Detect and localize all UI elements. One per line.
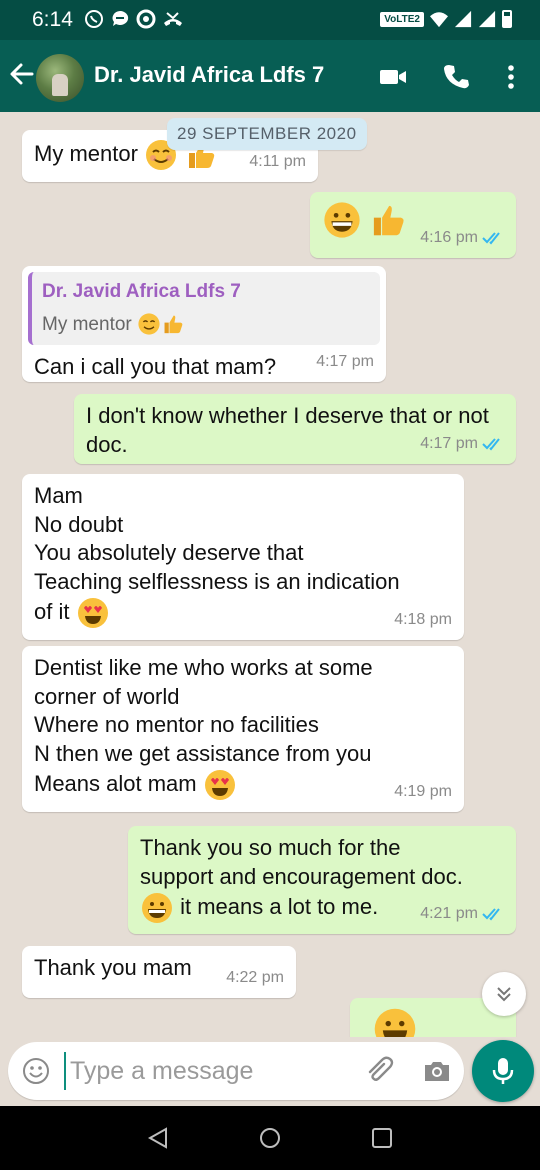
signal-icon [478, 10, 496, 28]
signal-icon [454, 10, 472, 28]
heart-eyes-emoji [77, 598, 108, 628]
message-bubble-incoming[interactable]: Thank you mam 4:22 pm [22, 946, 296, 998]
message-line: Thank you so much for the [140, 835, 401, 860]
record-icon [136, 9, 156, 29]
voice-record-button[interactable] [472, 1040, 534, 1102]
battery-icon [502, 10, 512, 28]
message-text: Thank you mam [34, 955, 192, 980]
message-line: Where no mentor no facilities [34, 712, 319, 737]
status-time: 6:14 [32, 8, 73, 31]
grinning-face-emoji [142, 893, 172, 923]
nav-home-icon[interactable] [258, 1126, 282, 1150]
camera-icon[interactable] [422, 1056, 452, 1086]
message-line: it means a lot to me. [174, 893, 379, 919]
message-bubble-outgoing[interactable]: Thank you so much for the support and en… [128, 826, 516, 934]
thumbs-up-emoji [374, 205, 404, 236]
video-call-icon[interactable] [378, 62, 408, 92]
message-composer [8, 1042, 464, 1100]
message-time: 4:17 pm [420, 434, 478, 452]
message-input[interactable] [64, 1052, 354, 1090]
missed-call-icon [164, 12, 182, 26]
avatar[interactable] [36, 54, 84, 102]
chevron-down-icon [497, 987, 511, 1002]
message-time: 4:22 pm [226, 968, 284, 986]
message-meta: 4:11 pm [249, 148, 306, 177]
message-text: My mentor [34, 140, 138, 166]
quoted-text: My mentor [42, 311, 370, 340]
message-meta: 4:16 pm [420, 224, 504, 253]
heart-eyes-emoji [204, 770, 235, 800]
messenger-icon [112, 10, 129, 26]
nav-back-icon[interactable] [146, 1126, 170, 1150]
system-navigation-bar [0, 1106, 540, 1170]
message-time: 4:18 pm [394, 610, 452, 628]
message-bubble-incoming[interactable]: Mam No doubt You absolutely deserve that… [22, 474, 464, 640]
message-time: 4:19 pm [394, 782, 452, 800]
system-status-icons: VoLTE2 [380, 10, 512, 28]
status-bar: 6:14 VoLTE2 [0, 0, 540, 40]
message-meta: 4:19 pm [394, 778, 452, 807]
message-meta: 4:22 pm [226, 964, 284, 993]
attach-icon[interactable] [364, 1056, 394, 1086]
grinning-face-emoji [324, 202, 360, 238]
message-bubble-outgoing[interactable]: I don't know whether I deserve that or n… [74, 394, 516, 464]
message-line: Mam [34, 483, 83, 508]
double-tick-read-icon [482, 908, 500, 921]
quoted-sender: Dr. Javid Africa Ldfs 7 [42, 281, 241, 302]
mic-icon [492, 1058, 514, 1084]
message-meta: 4:17 pm [420, 430, 504, 459]
message-line: support and encouragement doc. [140, 863, 463, 889]
message-line: Dentist like me who works at some [34, 655, 373, 680]
message-line: N then we get assistance from you [34, 740, 372, 766]
nav-recents-icon[interactable] [370, 1126, 394, 1150]
message-time: 4:21 pm [420, 904, 478, 922]
quoted-text-content: My mentor [42, 313, 132, 335]
date-chip: 29 SEPTEMBER 2020 [167, 118, 367, 150]
scroll-to-bottom-button[interactable] [482, 972, 526, 1016]
grinning-face-emoji [374, 1008, 416, 1037]
message-bubble-outgoing[interactable]: 4:16 pm [310, 192, 516, 258]
message-line: Teaching selflessness is an indication [34, 568, 400, 594]
phone-icon[interactable] [442, 62, 472, 92]
message-line: No doubt [34, 511, 124, 537]
network-badge: VoLTE2 [380, 11, 424, 27]
message-bubble-incoming[interactable]: Dentist like me who works at some corner… [22, 646, 464, 812]
message-time: 4:16 pm [420, 228, 478, 246]
message-time: 4:17 pm [316, 352, 374, 370]
double-tick-read-icon [482, 232, 500, 245]
wifi-icon [430, 12, 448, 28]
message-meta: 4:18 pm [394, 606, 452, 635]
message-line: Means alot mam [34, 770, 197, 796]
chat-header: Dr. Javid Africa Ldfs 7 [0, 40, 540, 112]
message-meta: 4:21 pm [420, 900, 504, 929]
message-line: of it [34, 598, 70, 624]
double-tick-read-icon [482, 438, 500, 451]
emoji-icon[interactable] [22, 1057, 50, 1085]
quoted-message[interactable]: Dr. Javid Africa Ldfs 7 My mentor [28, 272, 380, 345]
notification-icons [84, 9, 184, 29]
message-meta: 4:17 pm [316, 348, 374, 377]
more-vert-icon[interactable] [496, 62, 526, 92]
message-line: You absolutely deserve that [34, 540, 304, 565]
contact-name[interactable]: Dr. Javid Africa Ldfs 7 [94, 62, 324, 88]
back-arrow-icon[interactable] [8, 60, 36, 88]
whatsapp-icon [85, 10, 103, 28]
message-text: Can i call you that mam? [34, 354, 277, 379]
thumbs-up-emoji [164, 316, 183, 334]
message-time: 4:11 pm [249, 152, 306, 170]
message-bubble-incoming[interactable]: Dr. Javid Africa Ldfs 7 My mentor Can i … [22, 266, 386, 382]
chat-area[interactable]: My mentor 4:11 pm 29 SEPTEMBER 2020 4:16… [0, 112, 540, 1037]
message-line: corner of world [34, 683, 180, 709]
smiling-face-emoji [138, 313, 160, 336]
